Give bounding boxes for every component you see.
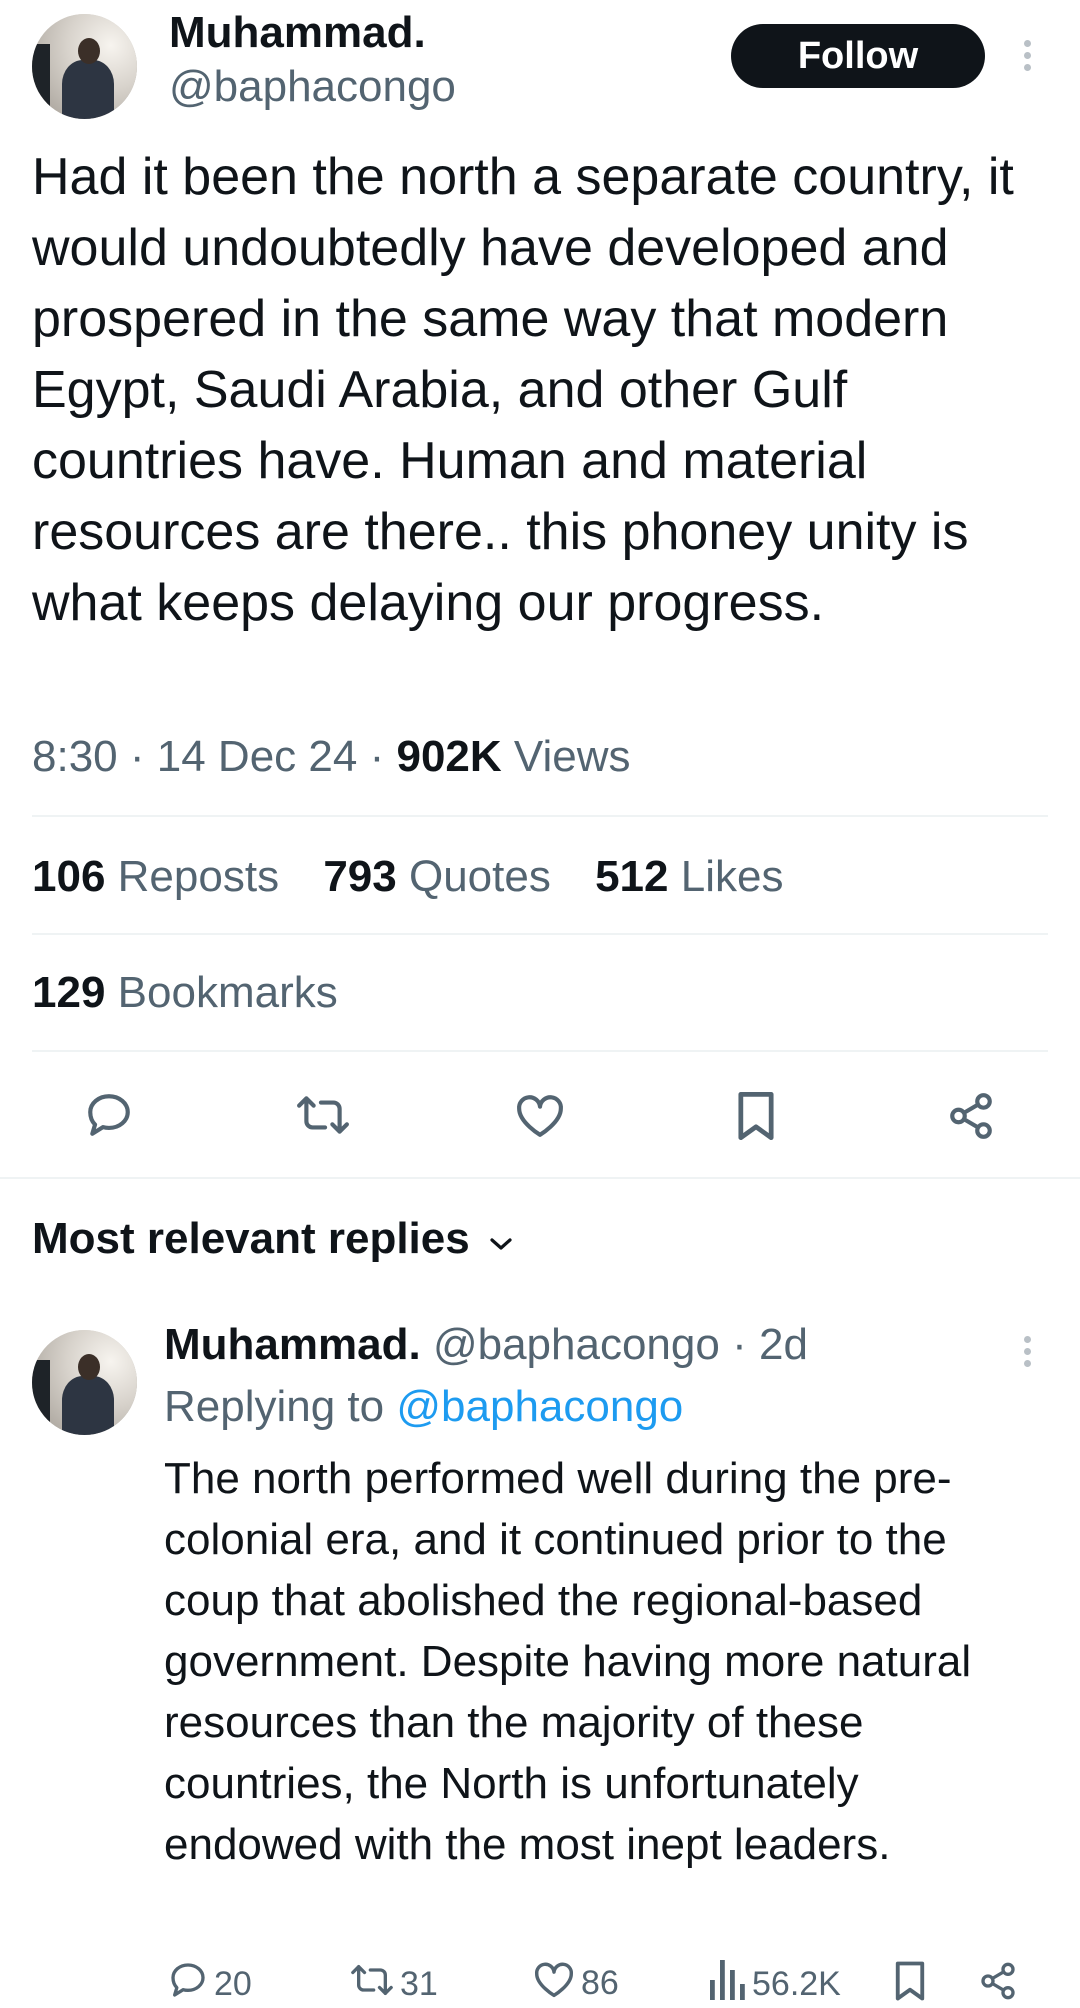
divider xyxy=(32,1050,1048,1052)
reply-repost-button[interactable]: 31 xyxy=(350,1960,438,2008)
divider xyxy=(32,815,1048,817)
reply-share-button[interactable] xyxy=(978,1960,1018,2008)
reply-header: Muhammad. @baphacongo · 2d xyxy=(164,1320,808,1370)
stats-row: 106 Reposts 793 Quotes 512 Likes xyxy=(32,852,815,902)
bookmarks-label: Bookmarks xyxy=(117,968,338,1017)
follow-button[interactable]: Follow xyxy=(731,24,985,88)
author-avatar[interactable] xyxy=(32,14,137,119)
avatar-person-body xyxy=(62,60,114,119)
reply-count: 20 xyxy=(214,1965,252,2003)
quotes-stat[interactable]: 793 Quotes xyxy=(323,852,563,901)
more-options-icon[interactable] xyxy=(1022,40,1032,71)
reply-author-avatar[interactable] xyxy=(32,1330,137,1435)
likes-count: 512 xyxy=(595,852,669,901)
replies-sort-label: Most relevant replies xyxy=(32,1214,470,1263)
reply-age[interactable]: 2d xyxy=(759,1320,808,1369)
reply-reply-button[interactable]: 20 xyxy=(168,1960,252,2008)
reply-more-options-icon[interactable] xyxy=(1022,1336,1032,1367)
quotes-count: 793 xyxy=(323,852,397,901)
tweet-date[interactable]: 14 Dec 24 xyxy=(157,732,358,781)
repost-icon xyxy=(350,1960,394,2008)
avatar-door xyxy=(32,1360,50,1435)
like-count: 86 xyxy=(581,1964,619,2002)
reply-author-name[interactable]: Muhammad. xyxy=(164,1320,421,1369)
like-icon xyxy=(533,1960,575,2007)
reply-icon xyxy=(168,1960,208,2008)
share-icon[interactable] xyxy=(946,1090,996,1142)
like-icon[interactable] xyxy=(515,1092,565,1138)
meta-separator: · xyxy=(129,732,145,781)
author-handle[interactable]: @baphacongo xyxy=(169,62,456,112)
avatar-person-body xyxy=(62,1376,114,1435)
reply-bookmark-button[interactable] xyxy=(894,1960,926,2008)
chevron-down-icon xyxy=(488,1214,514,1264)
views-count: 56.2K xyxy=(752,1965,841,2003)
reposts-stat[interactable]: 106 Reposts xyxy=(32,852,291,901)
share-icon xyxy=(978,1960,1018,2008)
reposts-label: Reposts xyxy=(117,852,280,901)
reply-icon[interactable] xyxy=(84,1090,134,1140)
reply-author-handle[interactable]: @baphacongo xyxy=(433,1320,720,1369)
replying-to: Replying to @baphacongo xyxy=(164,1382,683,1432)
bookmark-icon[interactable] xyxy=(736,1090,776,1142)
repost-count: 31 xyxy=(400,1965,438,2003)
views-bar-chart-icon xyxy=(710,1960,746,2008)
tweet-time[interactable]: 8:30 xyxy=(32,732,118,781)
reply-like-button[interactable]: 86 xyxy=(533,1960,619,2007)
views-label: Views xyxy=(513,732,631,781)
reposts-count: 106 xyxy=(32,852,106,901)
reply-separator: · xyxy=(732,1320,747,1369)
likes-stat[interactable]: 512 Likes xyxy=(595,852,783,901)
reply-views-button[interactable]: 56.2K xyxy=(710,1960,841,2008)
replying-to-handle-link[interactable]: @baphacongo xyxy=(396,1382,683,1431)
tweet-meta: 8:30 · 14 Dec 24 · 902K Views xyxy=(32,732,630,782)
bookmark-icon xyxy=(894,1960,926,2008)
reply-text: The north performed well during the pre-… xyxy=(164,1454,972,1869)
divider xyxy=(32,933,1048,935)
bookmarks-count: 129 xyxy=(32,968,106,1017)
avatar-person-head xyxy=(78,38,100,64)
author-display-name[interactable]: Muhammad. xyxy=(169,8,426,58)
avatar-person-head xyxy=(78,1354,100,1380)
meta-separator: · xyxy=(369,732,385,781)
views-count: 902K xyxy=(396,732,502,781)
bookmarks-row: 129 Bookmarks xyxy=(32,968,370,1018)
replying-to-prefix: Replying to xyxy=(164,1382,385,1431)
divider xyxy=(0,1177,1080,1179)
tweet-text: Had it been the north a separate country… xyxy=(32,148,1014,632)
bookmarks-stat[interactable]: 129 Bookmarks xyxy=(32,968,338,1017)
replies-sort-selector[interactable]: Most relevant replies xyxy=(32,1214,514,1264)
quotes-label: Quotes xyxy=(408,852,551,901)
likes-label: Likes xyxy=(680,852,784,901)
avatar-door xyxy=(32,44,50,119)
repost-icon[interactable] xyxy=(296,1090,350,1140)
